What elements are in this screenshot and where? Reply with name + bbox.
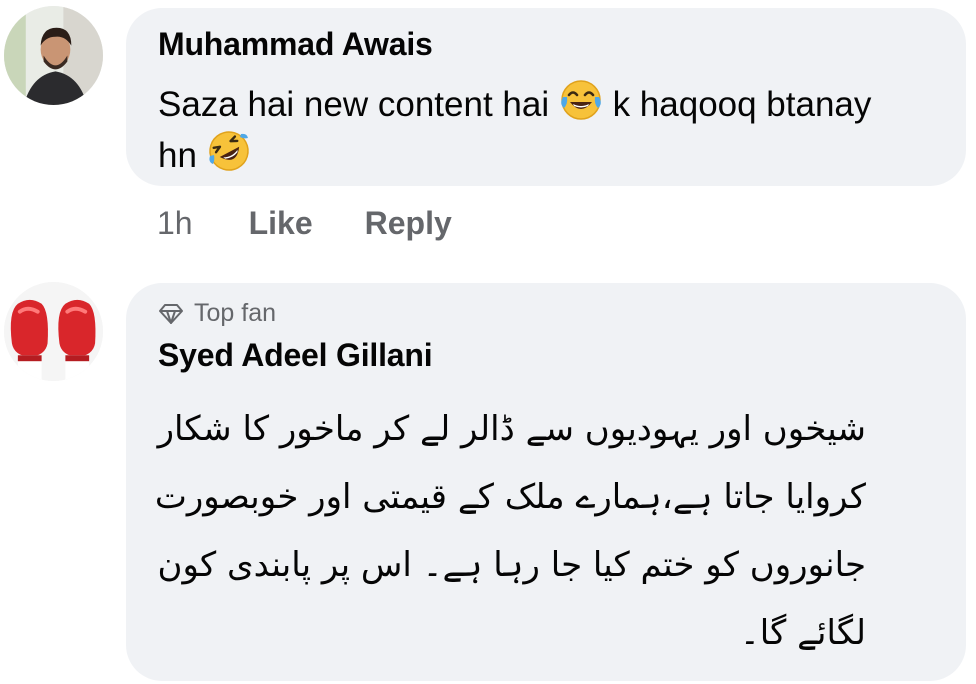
comment-author[interactable]: Muhammad Awais bbox=[158, 26, 433, 63]
reply-button[interactable]: Reply bbox=[365, 205, 452, 242]
avatar-photo-boxing-gloves bbox=[4, 282, 103, 381]
avatar-photo-muhammad-awais bbox=[4, 6, 103, 105]
diamond-icon bbox=[158, 303, 184, 325]
comment-thread: Muhammad Awais Saza hai new content hai … bbox=[0, 0, 976, 684]
comment-text: Saza hai new content hai k haqooq btanay… bbox=[158, 78, 918, 180]
comment-timestamp[interactable]: 1h bbox=[157, 205, 193, 242]
top-fan-badge: Top fan bbox=[158, 299, 276, 328]
avatar[interactable] bbox=[4, 6, 103, 105]
rolling-on-floor-laughing-icon bbox=[207, 129, 251, 173]
comment-actions: 1h Like Reply bbox=[157, 205, 504, 242]
like-button[interactable]: Like bbox=[249, 205, 313, 242]
comment-bubble: Top fan Syed Adeel Gillani شیخوں اور یہو… bbox=[126, 283, 966, 681]
badge-label: Top fan bbox=[194, 299, 277, 327]
avatar[interactable] bbox=[4, 282, 103, 381]
comment-author[interactable]: Syed Adeel Gillani bbox=[158, 337, 433, 374]
comment-text: شیخوں اور یہودیوں سے ڈالر لے کر ماخور کا… bbox=[154, 409, 866, 653]
comment-bubble: Muhammad Awais Saza hai new content hai … bbox=[126, 8, 966, 186]
comment-text-part: Saza hai new content hai bbox=[158, 85, 550, 124]
face-with-tears-of-joy-icon bbox=[559, 78, 603, 122]
